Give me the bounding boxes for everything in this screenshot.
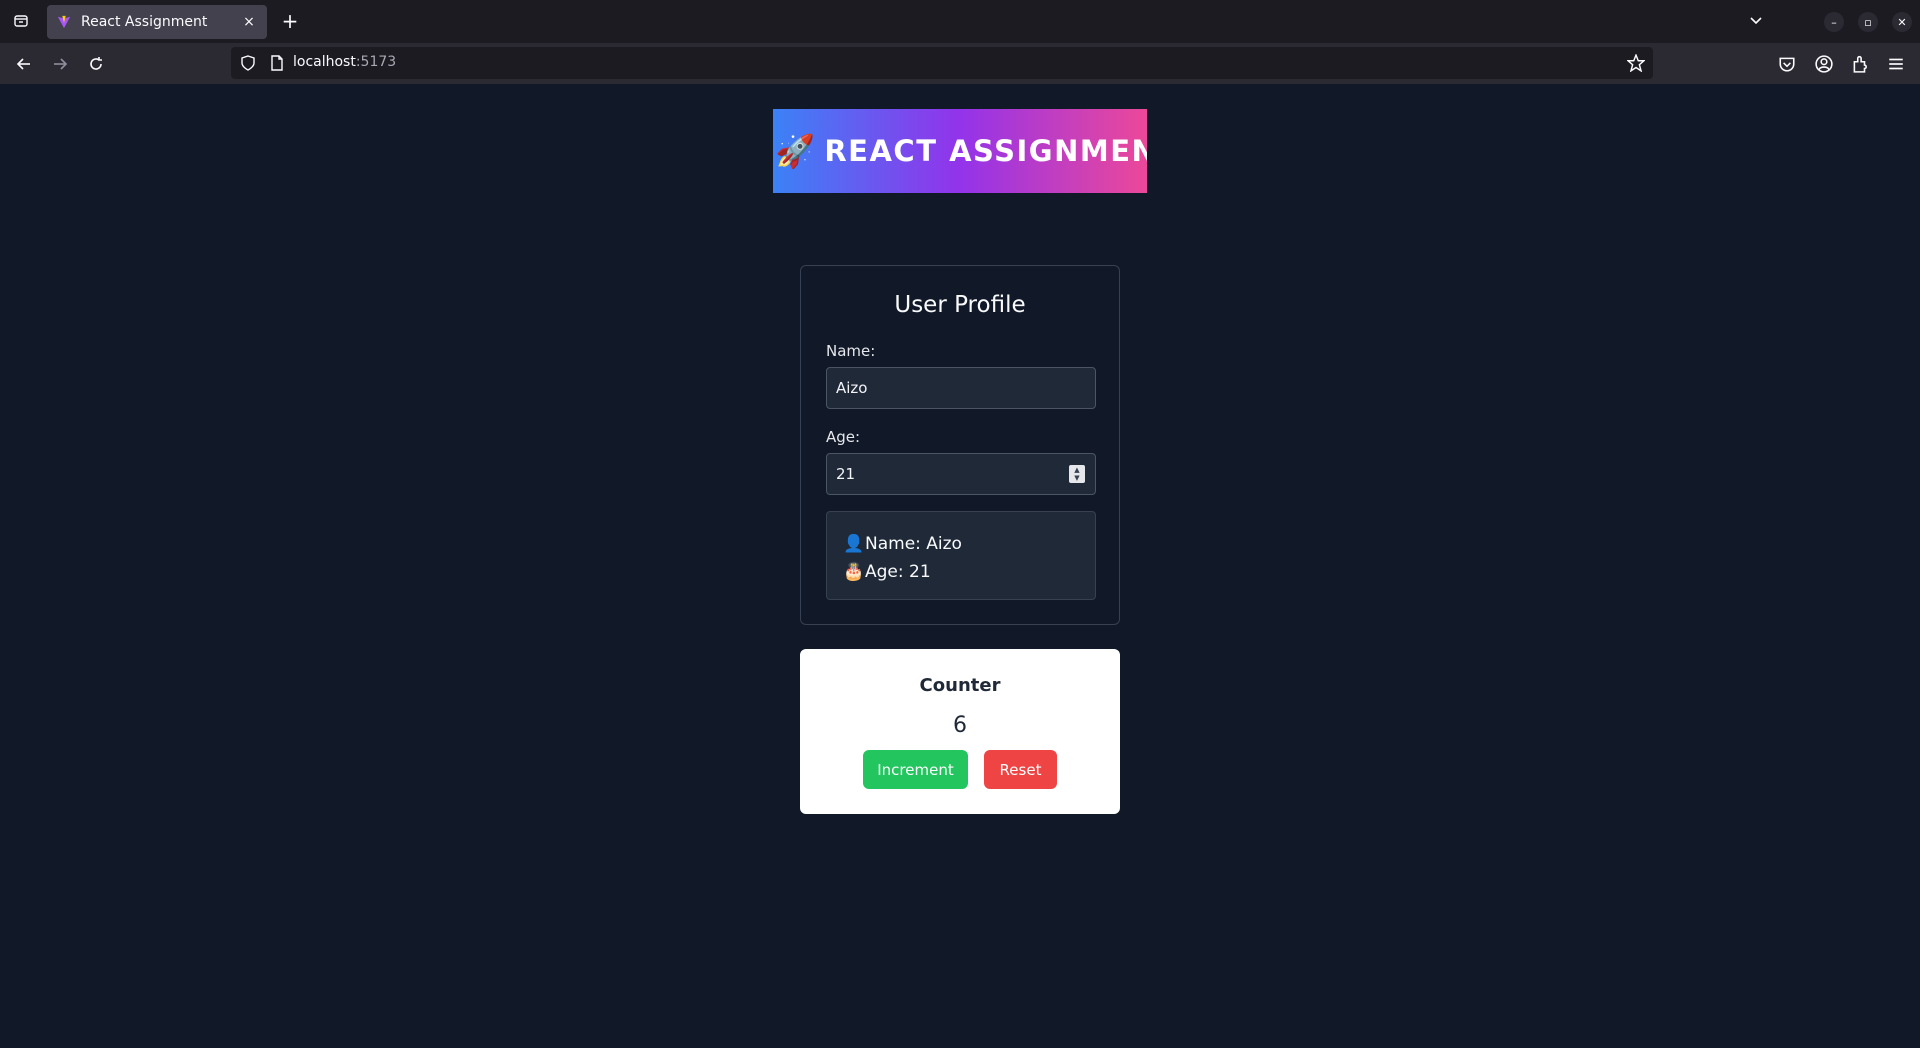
counter-card: Counter 6 Increment Reset: [800, 649, 1120, 814]
vite-favicon-icon: [57, 15, 71, 29]
url-port: :5173: [355, 54, 397, 70]
cake-icon: 🎂: [843, 562, 865, 582]
age-label: Age:: [826, 428, 861, 446]
browser-tab-bar: React Assignment × + – ▫ ✕: [0, 0, 1920, 43]
restore-button[interactable]: ▫: [1858, 12, 1878, 32]
page-info-icon[interactable]: [269, 55, 285, 71]
bookmark-star-icon[interactable]: [1627, 54, 1645, 72]
account-icon[interactable]: [1815, 55, 1833, 73]
close-window-button[interactable]: ✕: [1892, 12, 1912, 32]
profile-summary: 👤 Name: Aizo 🎂 Age: 21: [826, 511, 1096, 600]
tab-title: React Assignment: [81, 14, 208, 30]
counter-value: 6: [953, 713, 967, 738]
rocket-icon: 🚀: [775, 132, 817, 170]
new-tab-button[interactable]: +: [280, 11, 300, 31]
age-input[interactable]: [826, 453, 1096, 495]
url-text: localhost:5173: [293, 54, 396, 70]
banner-title: REACT ASSIGNMENT: [824, 134, 1147, 168]
minimize-button[interactable]: –: [1824, 12, 1844, 32]
pocket-icon[interactable]: [1778, 55, 1796, 73]
age-stepper[interactable]: ▲ ▼: [1069, 465, 1085, 483]
reload-icon[interactable]: [85, 53, 107, 75]
browser-nav-bar: localhost:5173: [0, 43, 1920, 84]
reset-button[interactable]: Reset: [984, 750, 1057, 789]
tab-close-icon[interactable]: ×: [241, 14, 257, 30]
counter-title: Counter: [919, 675, 1001, 696]
stepper-up-icon[interactable]: ▲: [1074, 466, 1079, 474]
user-profile-card: User Profile Name: Age: ▲ ▼ 👤 Name: Aizo…: [800, 265, 1120, 625]
name-label: Name:: [826, 342, 876, 360]
profile-title: User Profile: [894, 292, 1026, 318]
forward-arrow-icon[interactable]: [49, 53, 71, 75]
app-banner: 🚀 REACT ASSIGNMENT: [773, 109, 1147, 193]
summary-age: Age: 21: [865, 562, 931, 582]
name-input[interactable]: [826, 367, 1096, 409]
menu-hamburger-icon[interactable]: [1887, 55, 1905, 73]
back-arrow-icon[interactable]: [13, 53, 35, 75]
url-host: localhost: [293, 54, 356, 70]
extensions-icon[interactable]: [1851, 55, 1869, 73]
stepper-down-icon[interactable]: ▼: [1074, 474, 1079, 482]
tracking-shield-icon[interactable]: [240, 55, 256, 71]
tab-list-icon[interactable]: [12, 12, 30, 30]
url-bar[interactable]: localhost:5173: [231, 47, 1653, 79]
user-icon: 👤: [843, 534, 865, 554]
active-tab[interactable]: React Assignment ×: [47, 5, 267, 39]
summary-name: Name: Aizo: [865, 534, 962, 554]
page-content: 🚀 REACT ASSIGNMENT User Profile Name: Ag…: [0, 84, 1920, 1048]
tab-overflow-chevron-icon[interactable]: [1748, 12, 1766, 30]
increment-button[interactable]: Increment: [863, 750, 968, 789]
